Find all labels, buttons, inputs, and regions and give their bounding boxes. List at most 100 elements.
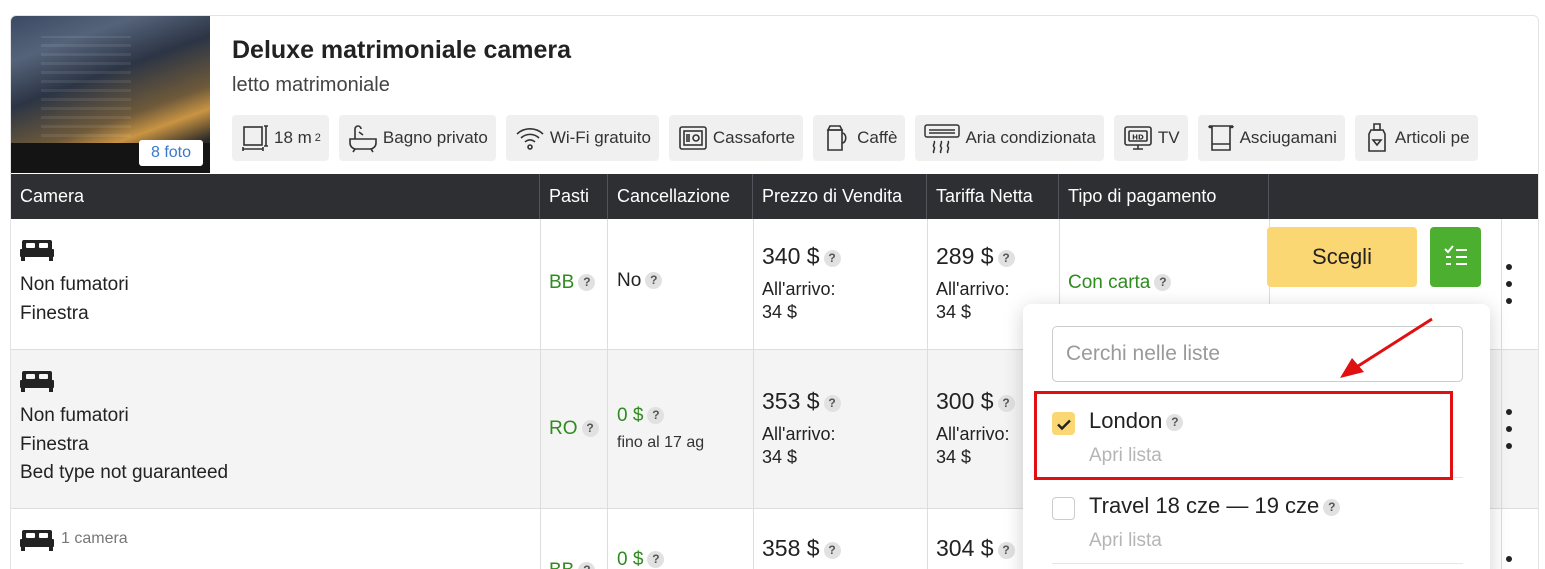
- cancellation: 0 $?: [617, 405, 665, 427]
- header-prezzo: Prezzo di Vendita: [753, 174, 927, 219]
- meal-plan: BB?: [549, 272, 596, 294]
- amenity-label: Wi-Fi gratuito: [549, 128, 651, 147]
- table-header: Camera Pasti Cancellazione Prezzo di Ven…: [11, 174, 1538, 219]
- sale-price-value: 358 $: [762, 535, 820, 561]
- room-subtitle: letto matrimoniale: [232, 74, 390, 96]
- toiletries-icon: [1368, 123, 1386, 152]
- checklist-icon: [1443, 245, 1467, 265]
- room-feature: Finestra: [20, 303, 89, 324]
- help-icon[interactable]: ?: [581, 420, 599, 438]
- towel-icon: [1207, 125, 1234, 151]
- amenities-fade-overlay: [1482, 115, 1522, 161]
- net-arrival-label: All'arrivo:: [936, 424, 1010, 444]
- net-arrival-value: 34 $: [936, 447, 972, 467]
- header-pagamento: Tipo di pagamento: [1059, 174, 1269, 219]
- add-to-list-button[interactable]: [1430, 227, 1481, 287]
- cancellation: No?: [617, 270, 663, 292]
- net-rate-value: 289 $: [936, 243, 994, 269]
- amenity-toiletries: Articoli pe: [1354, 115, 1478, 161]
- meal-plan-code: BB: [549, 560, 574, 569]
- help-icon[interactable]: ?: [647, 407, 665, 425]
- tv-icon: HD: [1124, 126, 1152, 150]
- bed-icon: [20, 371, 54, 392]
- payment-type-value: Con carta: [1068, 272, 1151, 293]
- photo-count-badge[interactable]: 8 foto: [138, 140, 203, 166]
- header-cancellazione: Cancellazione: [608, 174, 753, 219]
- amenity-superscript: 2: [314, 132, 321, 144]
- room-feature: Bed type not guaranteed: [20, 462, 229, 483]
- room-feature: Finestra: [20, 434, 89, 455]
- net-rate-value: 304 $: [936, 535, 994, 561]
- amenity-label: Caffè: [857, 128, 898, 147]
- more-options-icon[interactable]: [1503, 556, 1515, 569]
- help-icon[interactable]: ?: [578, 274, 596, 292]
- wifi-icon: [516, 128, 544, 150]
- net-rate: 304 $?: [936, 535, 1015, 562]
- cancellation-value: 0 $: [617, 549, 644, 569]
- net-arrival-value: 34 $: [936, 302, 972, 322]
- cancellation: 0 $?: [617, 549, 665, 569]
- sale-price-value: 340 $: [762, 243, 820, 269]
- amenity-label: Bagno privato: [382, 128, 488, 147]
- list-checkbox[interactable]: [1052, 497, 1075, 520]
- more-options-icon[interactable]: [1503, 264, 1515, 304]
- meal-plan: RO?: [549, 418, 599, 440]
- cancellation-value: 0 $: [617, 405, 644, 426]
- list-name: Travel 18 cze — 19 cze: [1089, 493, 1320, 518]
- help-icon[interactable]: ?: [647, 551, 665, 569]
- help-icon[interactable]: ?: [823, 395, 841, 413]
- kettle-icon: [826, 125, 847, 151]
- sale-arrival-value: 34 $: [762, 302, 798, 322]
- amenity-tv: HD TV: [1113, 115, 1188, 161]
- svg-text:HD: HD: [1132, 134, 1144, 142]
- amenity-towels: Asciugamani: [1197, 115, 1345, 161]
- sale-arrival-label: All'arrivo:: [762, 424, 836, 444]
- amenity-label: Articoli pe: [1394, 128, 1470, 147]
- list-item-label: Travel 18 cze — 19 cze?: [1089, 493, 1341, 519]
- help-icon[interactable]: ?: [997, 542, 1015, 560]
- help-icon[interactable]: ?: [645, 272, 663, 290]
- room-photo[interactable]: 8 foto: [11, 16, 210, 173]
- sale-price-value: 353 $: [762, 388, 820, 414]
- help-icon[interactable]: ?: [1323, 498, 1341, 516]
- help-icon[interactable]: ?: [578, 562, 596, 569]
- header-tariffa: Tariffa Netta: [927, 174, 1059, 219]
- bed-icon: [20, 530, 54, 551]
- column-divider: [540, 219, 541, 569]
- help-icon[interactable]: ?: [997, 250, 1015, 268]
- room-feature: Non fumatori: [20, 274, 129, 295]
- help-icon[interactable]: ?: [823, 542, 841, 560]
- amenity-bath: Bagno privato: [338, 115, 496, 161]
- amenity-label: 18 m: [274, 128, 312, 147]
- help-icon[interactable]: ?: [997, 395, 1015, 413]
- list-search-input[interactable]: [1052, 326, 1463, 382]
- sale-price: 340 $?: [762, 243, 841, 270]
- list-item-travel[interactable]: Travel 18 cze — 19 cze? Apri lista: [1052, 493, 1463, 553]
- help-icon[interactable]: ?: [823, 250, 841, 268]
- room-feature: Non fumatori: [20, 405, 129, 426]
- column-divider: [607, 219, 608, 569]
- room-count: 1 camera: [61, 530, 128, 547]
- net-rate-value: 300 $: [936, 388, 994, 414]
- sale-arrival-value: 34 $: [762, 447, 798, 467]
- select-button[interactable]: Scegli: [1267, 227, 1417, 287]
- help-icon[interactable]: ?: [1154, 274, 1172, 292]
- net-arrival-label: All'arrivo:: [936, 279, 1010, 299]
- amenity-coffee: Caffè: [813, 115, 906, 161]
- column-divider: [927, 219, 928, 569]
- amenities-list: 18 m2 Bagno privato Wi-Fi gratuito Cassa…: [232, 115, 1522, 161]
- more-options-icon[interactable]: [1503, 409, 1515, 449]
- column-divider: [1501, 219, 1502, 569]
- sale-arrival-label: All'arrivo:: [762, 279, 836, 299]
- highlight-box-annotation: [1034, 391, 1453, 480]
- meal-plan-code: BB: [549, 272, 575, 293]
- open-list-link[interactable]: Apri lista: [1089, 530, 1162, 552]
- air-conditioner-icon: [924, 124, 961, 154]
- amenity-wifi: Wi-Fi gratuito: [505, 115, 659, 161]
- amenity-label: Cassaforte: [712, 128, 796, 147]
- amenity-safe: Cassaforte: [668, 115, 804, 161]
- column-divider: [753, 219, 754, 569]
- amenity-label: Asciugamani: [1239, 128, 1337, 147]
- sale-price: 358 $?: [762, 535, 841, 562]
- cancellation-value: No: [617, 270, 642, 291]
